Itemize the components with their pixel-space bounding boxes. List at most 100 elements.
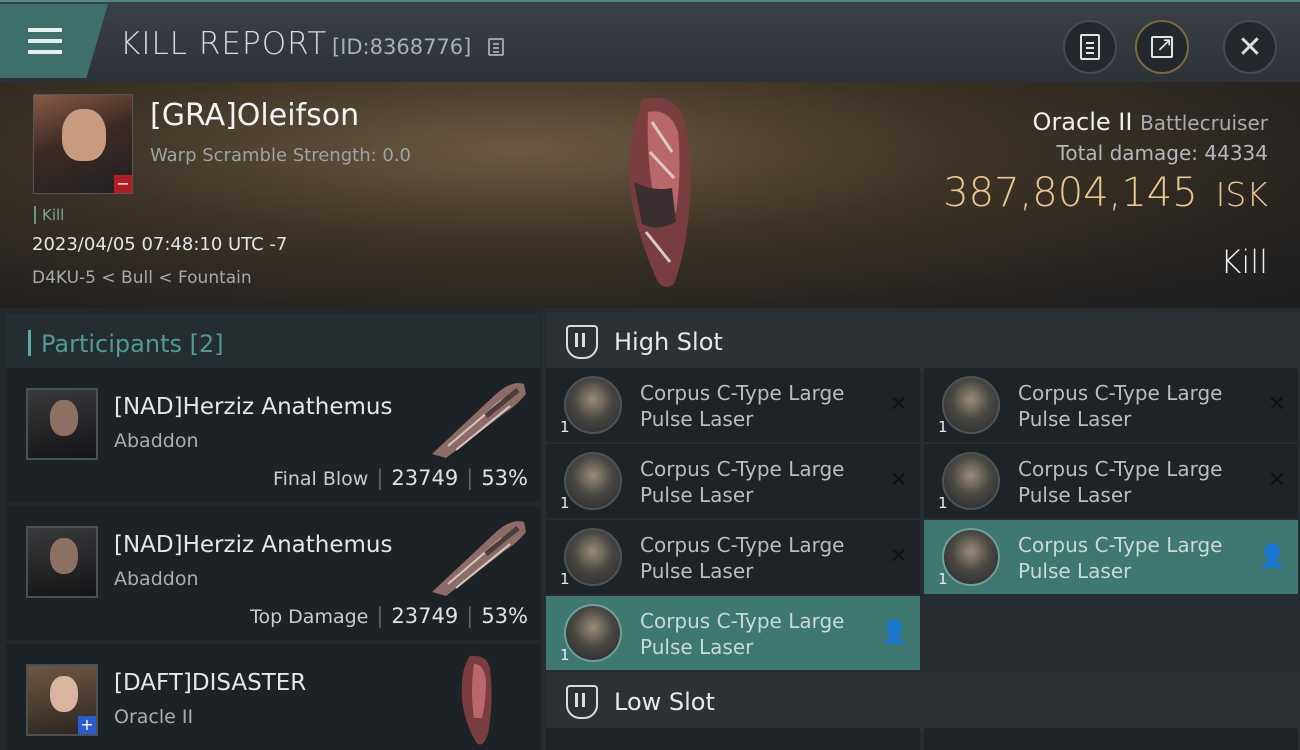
isk-value: 387,804,145 ISK	[943, 170, 1268, 216]
high-slot-header[interactable]: High Slot	[546, 312, 1300, 370]
close-x-icon: ✕	[1267, 468, 1286, 493]
pulse-laser-icon	[942, 376, 1000, 434]
header-accent-bar	[28, 330, 31, 356]
total-damage-value: 44334	[1204, 141, 1268, 165]
module-item[interactable]: 1 Corpus C-Type Large Pulse Laser ✕	[546, 368, 920, 442]
item-quantity: 1	[560, 570, 570, 588]
pulse-laser-icon	[564, 528, 622, 586]
damage-value: 23749	[391, 604, 459, 628]
item-quantity: 1	[938, 570, 948, 588]
damage-percent: 53%	[481, 604, 528, 628]
person-icon: 👤	[880, 620, 908, 645]
participants-label: Participants [2]	[41, 330, 224, 358]
module-item[interactable]: 1 Corpus C-Type Large Pulse Laser 👤	[924, 520, 1298, 594]
pulse-laser-icon	[564, 452, 622, 510]
low-slot-header[interactable]: Low Slot	[546, 672, 1300, 730]
close-x-icon: ✕	[889, 468, 908, 493]
participant-name: [NAD]Herziz Anathemus	[114, 532, 393, 558]
pulse-laser-icon	[942, 528, 1000, 586]
victim-ship-name[interactable]: Oracle II Battlecruiser	[1033, 108, 1268, 136]
share-button[interactable]	[1135, 20, 1189, 74]
share-icon	[1151, 32, 1173, 58]
warp-scramble-strength: Warp Scramble Strength: 0.0	[150, 145, 412, 166]
participant-row[interactable]: + [DAFT]DISASTER Oracle II	[6, 644, 540, 750]
ship-name-text: Oracle II	[1032, 108, 1133, 136]
close-x-icon: ✕	[1267, 392, 1286, 417]
close-icon: ✕	[1237, 29, 1263, 65]
item-name: Corpus C-Type Large Pulse Laser	[1018, 533, 1223, 583]
participant-avatar[interactable]	[26, 388, 98, 460]
menu-icon	[28, 28, 62, 54]
destroyed-badge-icon: −	[114, 175, 132, 193]
kill-tag: Kill	[34, 206, 64, 224]
module-item[interactable]: 1 Corpus C-Type Large Pulse Laser ✕	[546, 444, 920, 518]
total-damage: Total damage: 44334	[1057, 141, 1268, 165]
close-button[interactable]: ✕	[1223, 20, 1277, 74]
participant-ship: Abaddon	[114, 568, 199, 590]
isk-amount: 387,804,145	[943, 170, 1198, 216]
pulse-laser-icon	[942, 452, 1000, 510]
participant-ship-image	[432, 521, 526, 596]
participant-ship: Abaddon	[114, 430, 199, 452]
stat-label: Final Blow	[273, 468, 369, 490]
item-name: Corpus C-Type Large Pulse Laser	[640, 609, 845, 659]
copy-icon[interactable]	[488, 38, 504, 56]
participant-avatar[interactable]: +	[26, 664, 98, 736]
participant-name: [DAFT]DISASTER	[114, 670, 307, 696]
clipboard-icon	[1080, 34, 1100, 60]
module-item[interactable]: 1 Corpus C-Type Large Pulse Laser ✕	[546, 520, 920, 594]
item-name: Corpus C-Type Large Pulse Laser	[1018, 381, 1223, 431]
module-item[interactable]: 1 Corpus C-Type Large Pulse Laser ✕	[924, 444, 1298, 518]
participants-header[interactable]: Participants [2]	[6, 314, 540, 370]
person-icon: 👤	[1258, 544, 1286, 569]
isk-unit: ISK	[1215, 175, 1268, 214]
participants-panel: Participants [2] [NAD]Herziz Anathemus A…	[0, 308, 542, 750]
low-slot-label: Low Slot	[614, 688, 715, 716]
module-item[interactable]	[924, 728, 1298, 750]
participant-avatar[interactable]	[26, 526, 98, 598]
stat-label: Top Damage	[250, 606, 369, 628]
title-bar: KILL REPORT [ID:8368776] ✕	[0, 0, 1300, 82]
item-quantity: 1	[560, 494, 570, 512]
item-quantity: 1	[560, 418, 570, 436]
participant-stats: Top Damage | 23749 | 53%	[250, 604, 528, 628]
clipboard-button[interactable]	[1063, 20, 1117, 74]
item-quantity: 1	[938, 418, 948, 436]
close-x-icon: ✕	[889, 544, 908, 569]
ally-badge-icon: +	[78, 716, 96, 734]
victim-ship-image[interactable]	[612, 92, 702, 292]
module-item[interactable]	[546, 728, 920, 750]
item-name: Corpus C-Type Large Pulse Laser	[640, 381, 845, 431]
shield-icon	[566, 325, 598, 359]
total-damage-label: Total damage:	[1056, 141, 1199, 165]
high-slot-label: High Slot	[614, 328, 723, 356]
shield-icon	[566, 685, 598, 719]
item-name: Corpus C-Type Large Pulse Laser	[640, 457, 845, 507]
ship-class: Battlecruiser	[1140, 111, 1268, 135]
menu-button[interactable]	[0, 4, 108, 78]
module-item[interactable]: 1 Corpus C-Type Large Pulse Laser 👤	[546, 596, 920, 670]
participant-row[interactable]: [NAD]Herziz Anathemus Abaddon Final Blow…	[6, 368, 540, 502]
victim-name[interactable]: [GRA]Oleifson	[150, 98, 359, 133]
participant-ship: Oracle II	[114, 706, 194, 728]
kill-datetime: 2023/04/05 07:48:10 UTC -7	[32, 234, 288, 255]
participant-name: [NAD]Herziz Anathemus	[114, 394, 393, 420]
fitting-panel: High Slot 1 Corpus C-Type Large Pulse La…	[542, 308, 1300, 750]
participant-row[interactable]: [NAD]Herziz Anathemus Abaddon Top Damage…	[6, 506, 540, 640]
pulse-laser-icon	[564, 604, 622, 662]
item-quantity: 1	[560, 646, 570, 664]
damage-value: 23749	[391, 466, 459, 490]
kill-location[interactable]: D4KU-5 < Bull < Fountain	[32, 268, 252, 288]
participant-ship-image	[432, 383, 526, 458]
victim-portrait[interactable]: −	[33, 94, 133, 194]
page-title: KILL REPORT	[120, 26, 328, 62]
pulse-laser-icon	[564, 376, 622, 434]
item-quantity: 1	[938, 494, 948, 512]
module-item[interactable]: 1 Corpus C-Type Large Pulse Laser ✕	[924, 368, 1298, 442]
item-name: Corpus C-Type Large Pulse Laser	[1018, 457, 1223, 507]
participant-stats: Final Blow | 23749 | 53%	[273, 466, 528, 490]
damage-percent: 53%	[481, 466, 528, 490]
participant-ship-image	[461, 655, 492, 745]
report-id: [ID:8368776]	[332, 35, 472, 59]
item-name: Corpus C-Type Large Pulse Laser	[640, 533, 845, 583]
